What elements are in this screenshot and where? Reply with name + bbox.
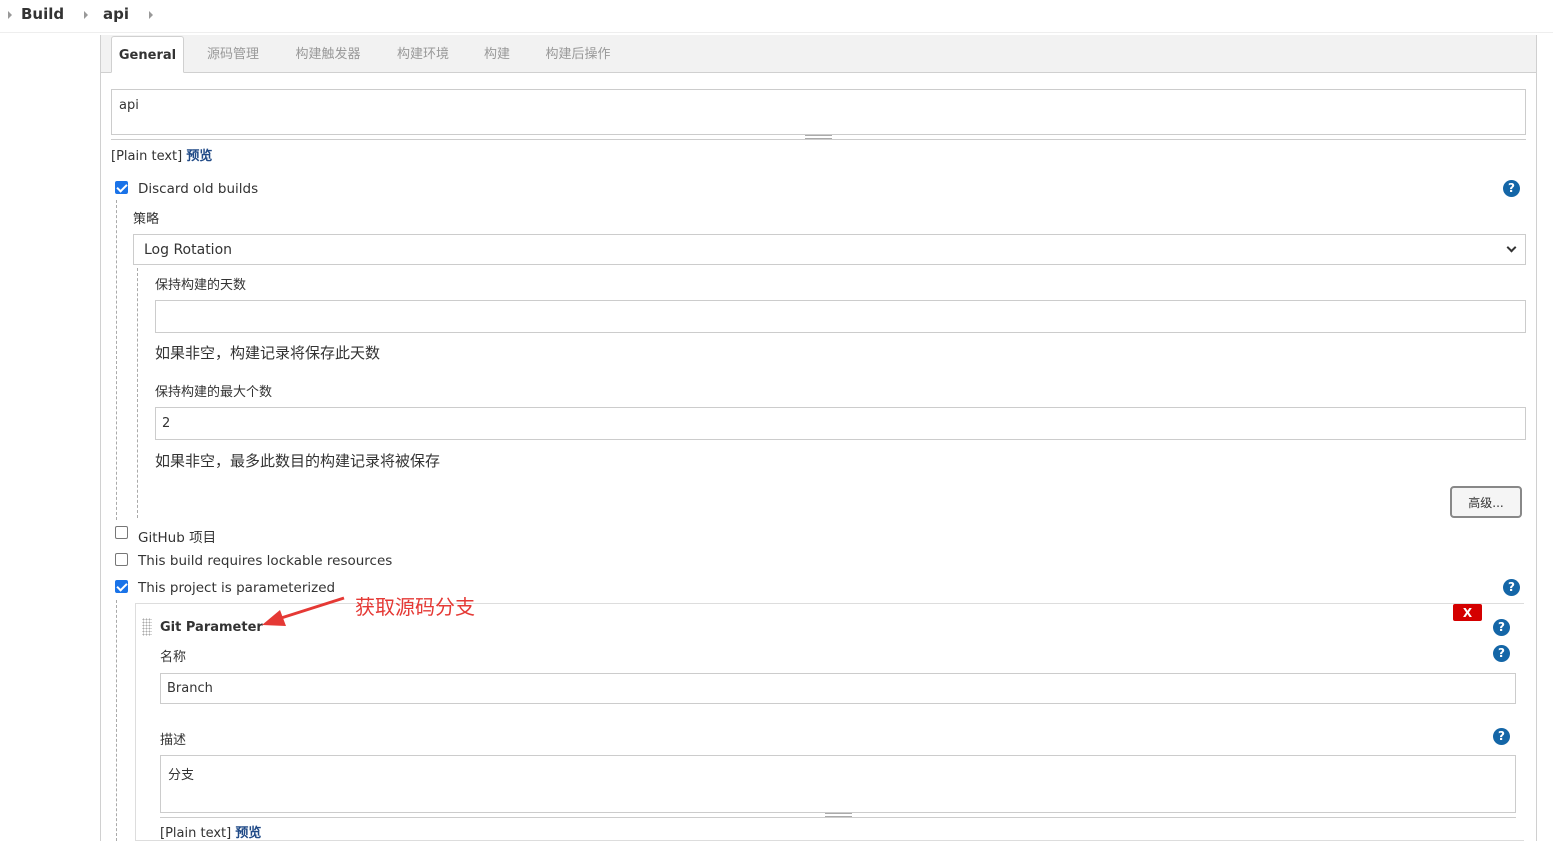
section-guide-line <box>116 600 117 841</box>
help-icon[interactable]: ? <box>1493 645 1510 662</box>
annotation-arrow-icon <box>262 596 345 626</box>
breadcrumb-item-api[interactable]: api <box>103 5 129 23</box>
divider <box>111 139 1526 140</box>
tab-post-build[interactable]: 构建后操作 <box>534 36 622 73</box>
help-icon[interactable]: ? <box>1493 619 1510 636</box>
preview-link[interactable]: 预览 <box>186 149 212 164</box>
param-description-label: 描述 <box>160 733 187 748</box>
name-input[interactable]: Branch <box>160 673 1516 704</box>
description-textarea[interactable]: api <box>111 89 1526 135</box>
github-project-checkbox[interactable] <box>115 526 128 539</box>
lockable-resources-checkbox[interactable] <box>115 553 128 566</box>
drag-handle-icon[interactable] <box>142 618 152 636</box>
annotation-text: 获取源码分支 <box>355 595 475 619</box>
strategy-select-value: Log Rotation <box>144 241 233 258</box>
plain-text: [Plain text] <box>160 826 232 841</box>
preview-link[interactable]: 预览 <box>235 826 261 841</box>
delete-button[interactable]: X <box>1453 604 1482 621</box>
chevron-down-icon <box>1506 242 1517 253</box>
discard-old-builds-label: Discard old builds <box>138 181 259 197</box>
strategy-label: 策略 <box>133 212 160 227</box>
chevron-right-icon <box>8 11 12 19</box>
discard-old-builds-checkbox[interactable] <box>115 181 128 194</box>
git-parameter-title: Git Parameter <box>160 620 263 635</box>
advanced-button[interactable]: 高级... <box>1450 486 1522 518</box>
divider <box>160 817 1516 818</box>
plain-text-label: [Plain text] 预览 <box>160 822 261 841</box>
tab-general[interactable]: General <box>111 36 184 73</box>
name-label: 名称 <box>160 650 187 665</box>
max-builds-label: 保持构建的最大个数 <box>155 385 273 400</box>
days-to-keep-help: 如果非空，构建记录将保存此天数 <box>155 344 381 362</box>
lockable-resources-label: This build requires lockable resources <box>138 553 393 569</box>
section-guide-line <box>116 200 117 520</box>
days-to-keep-input[interactable] <box>155 300 1526 333</box>
help-icon[interactable]: ? <box>1503 180 1520 197</box>
tab-build-environment[interactable]: 构建环境 <box>386 36 460 73</box>
max-builds-help: 如果非空，最多此数目的构建记录将被保存 <box>155 452 441 470</box>
strategy-select[interactable]: Log Rotation <box>133 234 1526 265</box>
parameterized-checkbox[interactable] <box>115 580 128 593</box>
breadcrumb-item-build[interactable]: Build <box>21 5 64 23</box>
tab-build-triggers[interactable]: 构建触发器 <box>284 36 372 73</box>
help-icon[interactable]: ? <box>1503 579 1520 596</box>
param-description-textarea[interactable]: 分支 <box>160 755 1516 813</box>
plain-text: [Plain text] <box>111 149 183 164</box>
github-project-label: GitHub 项目 <box>138 530 217 546</box>
help-icon[interactable]: ? <box>1493 728 1510 745</box>
plain-text-label: [Plain text] 预览 <box>111 145 212 164</box>
chevron-right-icon[interactable] <box>149 11 153 19</box>
tab-build[interactable]: 构建 <box>474 36 520 73</box>
chevron-right-icon <box>84 11 88 19</box>
tab-scm[interactable]: 源码管理 <box>196 36 270 73</box>
nested-guide-line <box>137 268 138 518</box>
days-to-keep-label: 保持构建的天数 <box>155 278 247 293</box>
max-builds-input[interactable]: 2 <box>155 407 1526 440</box>
breadcrumb: Build api <box>0 0 1553 33</box>
